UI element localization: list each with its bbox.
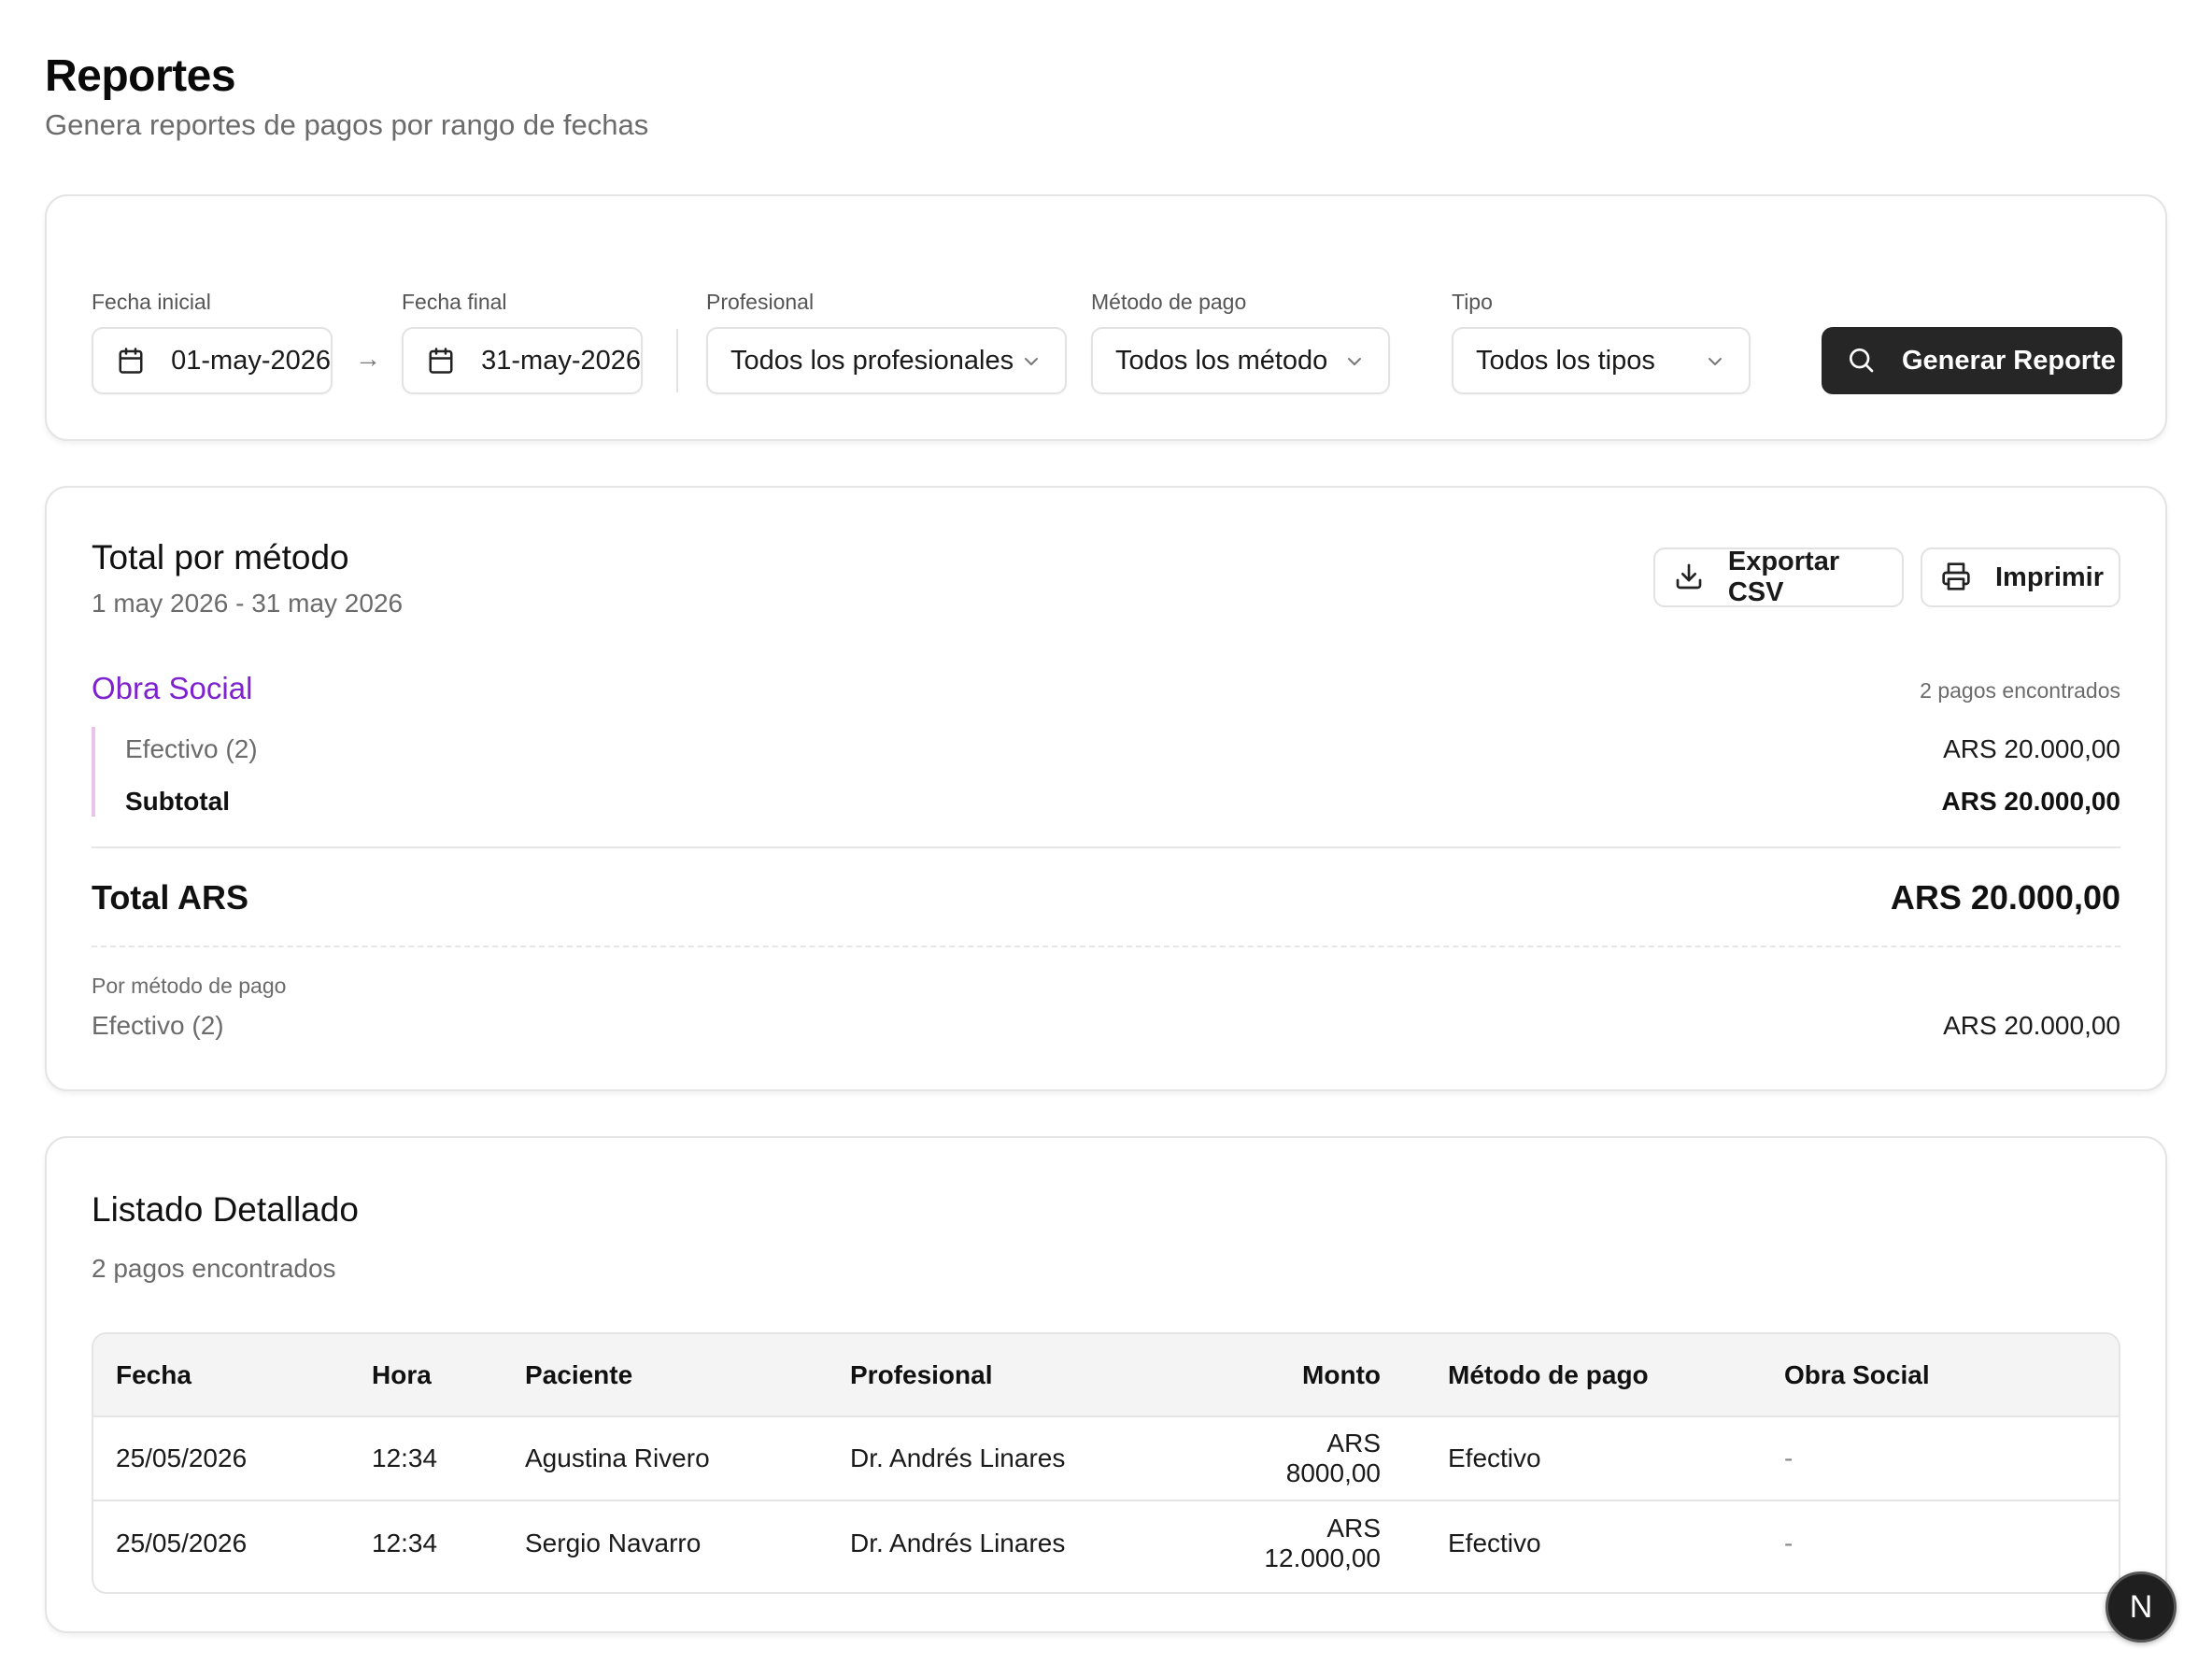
- by-method-label: Por método de pago: [92, 974, 287, 998]
- cell-monto: ARS 8000,00: [1285, 1429, 1381, 1487]
- totals-date-range: 1 may 2026 - 31 may 2026: [92, 589, 404, 618]
- chevron-down-icon: [1343, 349, 1366, 372]
- cell-fecha: 25/05/2026: [116, 1443, 248, 1472]
- type-select[interactable]: Todos los tipos: [1452, 327, 1751, 394]
- type-label: Tipo: [1452, 290, 1493, 314]
- payment-method-label: Método de pago: [1091, 290, 1247, 314]
- group-payment-count: 2 pagos encontrados: [1920, 678, 2120, 703]
- calendar-icon: [116, 345, 145, 377]
- generate-report-button[interactable]: Generar Reporte: [1822, 327, 2122, 394]
- download-icon: [1674, 562, 1706, 593]
- group-breakdown: Efectivo (2) ARS 20.000,00 Subtotal ARS …: [92, 727, 2120, 817]
- dashed-divider: [92, 946, 2120, 947]
- cell-paciente: Sergio Navarro: [525, 1528, 702, 1557]
- export-csv-button[interactable]: Exportar CSV: [1653, 547, 1904, 607]
- by-method-row: Efectivo (2) ARS 20.000,00: [92, 1011, 2120, 1041]
- cell-profesional: Dr. Andrés Linares: [850, 1528, 1066, 1557]
- printer-icon: [1941, 562, 1973, 593]
- column-header-obra-social[interactable]: Obra Social: [1762, 1334, 2119, 1416]
- nextjs-devtools-button[interactable]: N: [2106, 1571, 2177, 1642]
- listing-card: Listado Detallado 2 pagos encontrados Fe…: [45, 1136, 2167, 1633]
- filter-divider: [676, 329, 678, 392]
- subtotal-amount: ARS 20.000,00: [1941, 787, 2120, 816]
- professional-label: Profesional: [706, 290, 815, 314]
- cell-hora: 12:34: [372, 1443, 438, 1472]
- generate-report-label: Generar Reporte: [1902, 345, 2116, 376]
- search-icon: [1846, 345, 1878, 377]
- print-label: Imprimir: [1995, 562, 2105, 592]
- cell-metodo-pago: Efectivo: [1448, 1528, 1541, 1557]
- chevron-down-icon: [1704, 349, 1726, 372]
- nextjs-logo-icon: N: [2129, 1588, 2153, 1625]
- group-subtotal-row: Subtotal ARS 20.000,00: [125, 787, 2120, 817]
- range-arrow-icon: →: [355, 344, 381, 373]
- subtotal-label: Subtotal: [125, 787, 230, 816]
- page-title: Reportes: [45, 51, 236, 101]
- grand-total-label: Total ARS: [92, 878, 248, 917]
- professional-select[interactable]: Todos los profesionales: [706, 327, 1067, 394]
- column-header-monto[interactable]: Monto: [1235, 1334, 1403, 1416]
- totals-title: Total por método: [92, 538, 349, 576]
- grand-total-row: Total ARS ARS 20.000,00: [92, 878, 2120, 917]
- export-csv-label: Exportar CSV: [1727, 547, 1840, 607]
- table-row[interactable]: 25/05/2026 12:34 Sergio Navarro Dr. Andr…: [93, 1500, 2119, 1585]
- divider: [92, 846, 2120, 848]
- column-header-hora[interactable]: Hora: [349, 1334, 503, 1416]
- filters-card: Fecha inicial 01-may-2026 → Fecha final …: [45, 194, 2167, 441]
- type-value: Todos los tipos: [1476, 345, 1655, 376]
- column-header-paciente[interactable]: Paciente: [503, 1334, 828, 1416]
- cell-hora: 12:34: [372, 1528, 438, 1557]
- by-method-item-label: Efectivo (2): [92, 1011, 224, 1040]
- cell-metodo-pago: Efectivo: [1448, 1443, 1541, 1472]
- cell-monto: ARS 12.000,00: [1264, 1513, 1381, 1572]
- group-method-label: Efectivo (2): [125, 734, 258, 763]
- end-date-value: 31-may-2026: [481, 345, 641, 376]
- by-method-item-amount: ARS 20.000,00: [1943, 1011, 2120, 1040]
- column-header-metodo-pago[interactable]: Método de pago: [1403, 1334, 1762, 1416]
- cell-fecha: 25/05/2026: [116, 1528, 248, 1557]
- start-date-label: Fecha inicial: [92, 290, 211, 314]
- group-method-row: Efectivo (2) ARS 20.000,00: [125, 734, 2120, 764]
- grand-total-amount: ARS 20.000,00: [1890, 878, 2120, 917]
- print-button[interactable]: Imprimir: [1921, 547, 2120, 607]
- page-header: Reportes Genera reportes de pagos por ra…: [45, 49, 648, 142]
- totals-card: Total por método 1 may 2026 - 31 may 202…: [45, 486, 2167, 1091]
- cell-profesional: Dr. Andrés Linares: [850, 1443, 1066, 1472]
- column-header-profesional[interactable]: Profesional: [828, 1334, 1235, 1416]
- cell-paciente: Agustina Rivero: [525, 1443, 710, 1472]
- listing-count: 2 pagos encontrados: [92, 1254, 336, 1283]
- page-subtitle: Genera reportes de pagos por rango de fe…: [45, 108, 649, 141]
- end-date-label: Fecha final: [402, 290, 507, 314]
- group-method-amount: ARS 20.000,00: [1943, 734, 2120, 763]
- cell-obra-social: -: [1784, 1443, 1794, 1472]
- payment-method-value: Todos los método: [1115, 345, 1328, 376]
- column-header-fecha[interactable]: Fecha: [93, 1334, 349, 1416]
- professional-value: Todos los profesionales: [730, 345, 1014, 376]
- calendar-icon: [426, 345, 455, 377]
- start-date-input[interactable]: 01-may-2026: [92, 327, 333, 394]
- end-date-input[interactable]: 31-may-2026: [402, 327, 643, 394]
- payments-table: Fecha Hora Paciente Profesional Monto Mé…: [92, 1332, 2120, 1594]
- payment-method-select[interactable]: Todos los método: [1091, 327, 1390, 394]
- cell-obra-social: -: [1784, 1528, 1794, 1557]
- start-date-value: 01-may-2026: [171, 345, 331, 376]
- table-header-row: Fecha Hora Paciente Profesional Monto Mé…: [93, 1334, 2119, 1416]
- chevron-down-icon: [1020, 349, 1042, 372]
- table-row[interactable]: 25/05/2026 12:34 Agustina Rivero Dr. And…: [93, 1416, 2119, 1500]
- listing-title: Listado Detallado: [92, 1190, 359, 1229]
- group-title-obra-social: Obra Social: [92, 671, 253, 705]
